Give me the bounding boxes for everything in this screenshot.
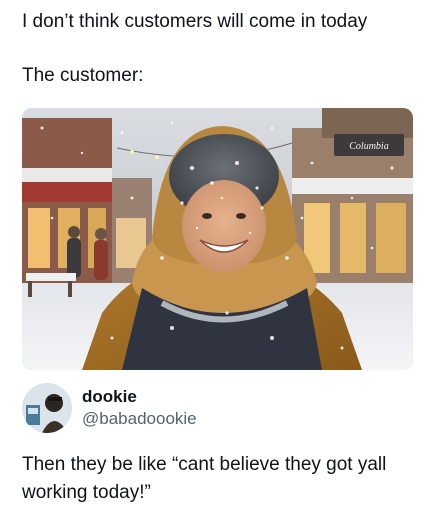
tweet-author[interactable]: dookie @babadoookie [22, 383, 412, 435]
user-handle[interactable]: @babadoookie [82, 409, 197, 429]
meme-caption-line-1: I don’t think customers will come in tod… [22, 11, 368, 32]
snowy-customer-photo: Columbia [22, 108, 413, 370]
avatar[interactable] [22, 383, 72, 433]
tweet-text: Then they be like “cant believe they got… [22, 454, 387, 503]
meme-caption-line-2: The customer: [22, 65, 144, 86]
display-name[interactable]: dookie [82, 387, 137, 407]
store-sign-text: Columbia [349, 141, 388, 152]
